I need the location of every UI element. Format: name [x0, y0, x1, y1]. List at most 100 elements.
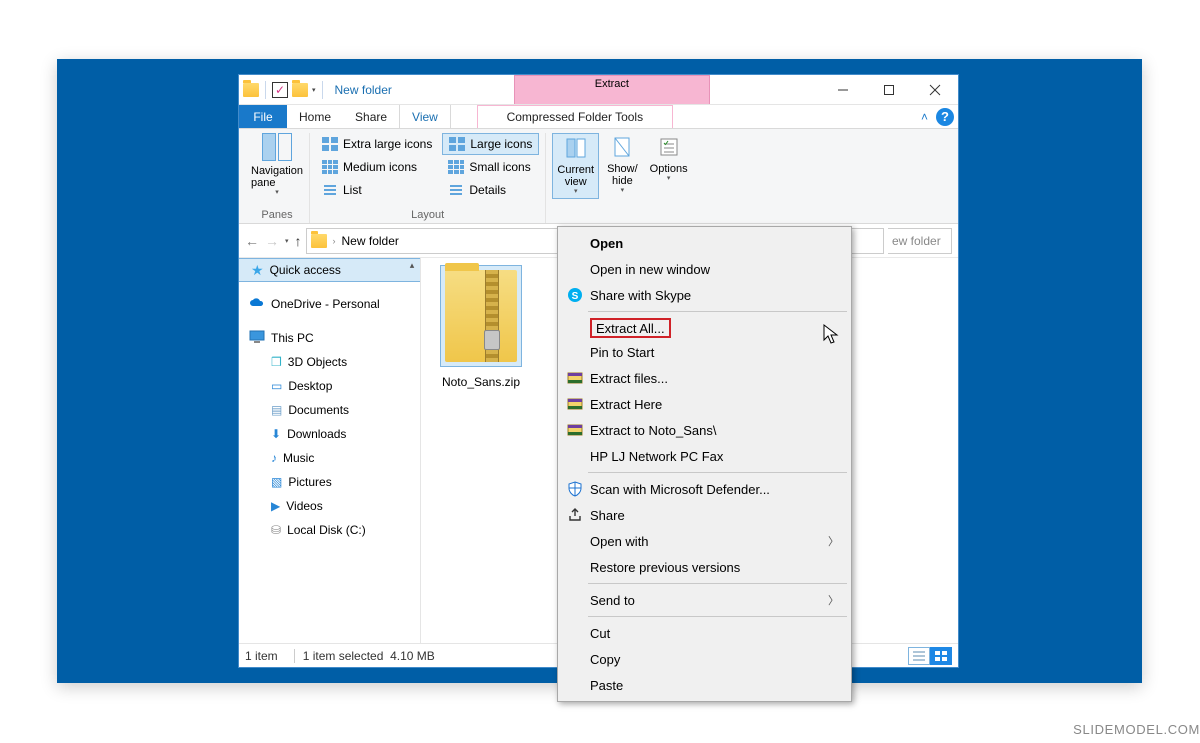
- sidebar-item-videos[interactable]: ▶ Videos: [239, 494, 420, 518]
- layout-details[interactable]: Details: [442, 179, 539, 201]
- options-label: Options: [650, 163, 688, 175]
- help-icon[interactable]: ?: [936, 108, 954, 126]
- download-icon: ⬇: [271, 427, 281, 441]
- separator-icon: [322, 81, 323, 99]
- close-button[interactable]: [912, 75, 958, 105]
- titlebar: ✓ ▾ New folder Extract: [239, 75, 958, 105]
- view-large-icons-button[interactable]: [930, 647, 952, 665]
- breadcrumb[interactable]: New folder: [342, 234, 399, 248]
- maximize-button[interactable]: [866, 75, 912, 105]
- sidebar-item-label: Local Disk (C:): [287, 523, 366, 537]
- sidebar-item-local-disk[interactable]: ⛁ Local Disk (C:): [239, 518, 420, 542]
- ctx-extract-files[interactable]: Extract files...: [560, 365, 849, 391]
- lg-icons-icon: [449, 137, 465, 151]
- watermark: SLIDEMODEL.COM: [1073, 722, 1200, 737]
- ctx-copy[interactable]: Copy: [560, 646, 849, 672]
- tab-share[interactable]: Share: [343, 105, 399, 128]
- status-size: 4.10 MB: [390, 649, 435, 663]
- file-menu[interactable]: File: [239, 105, 287, 128]
- layout-large-icons[interactable]: Large icons: [442, 133, 539, 155]
- folder-icon: [292, 83, 308, 97]
- layout-chooser: Extra large icons Large icons Medium ico…: [316, 133, 539, 201]
- status-items: 1 item: [245, 649, 278, 663]
- show-hide-button[interactable]: Show/ hide ▾: [603, 133, 642, 197]
- search-input[interactable]: ew folder: [888, 228, 952, 254]
- tab-home[interactable]: Home: [287, 105, 343, 128]
- chevron-up-icon: ˄: [921, 110, 928, 124]
- sidebar-item-pictures[interactable]: ▧ Pictures: [239, 470, 420, 494]
- layout-medium-icons[interactable]: Medium icons: [316, 156, 438, 178]
- ctx-restore-versions[interactable]: Restore previous versions: [560, 554, 849, 580]
- tab-compressed-tools[interactable]: Compressed Folder Tools: [477, 105, 673, 128]
- sidebar-item-3d-objects[interactable]: ❒ 3D Objects: [239, 350, 420, 374]
- cursor-icon: [823, 324, 837, 344]
- checkbox-icon[interactable]: ✓: [272, 82, 288, 98]
- dropdown-icon[interactable]: ▾: [312, 86, 316, 94]
- options-button[interactable]: Options ▾: [646, 133, 692, 185]
- sidebar-item-label: 3D Objects: [288, 355, 347, 369]
- scroll-up-icon[interactable]: ▴: [404, 258, 420, 643]
- ribbon-group-layout: Extra large icons Large icons Medium ico…: [309, 133, 545, 223]
- ctx-cut[interactable]: Cut: [560, 620, 849, 646]
- ctx-open-with[interactable]: Open with 〉: [560, 528, 849, 554]
- ctx-defender[interactable]: Scan with Microsoft Defender...: [560, 476, 849, 502]
- sidebar-item-label: Documents: [288, 403, 349, 417]
- sidebar-item-label: Downloads: [287, 427, 346, 441]
- group-label-panes: Panes: [261, 207, 292, 223]
- ribbon-collapse[interactable]: ˄ ?: [921, 105, 958, 128]
- sidebar-item-desktop[interactable]: ▭ Desktop: [239, 374, 420, 398]
- back-button[interactable]: ←: [245, 233, 259, 249]
- drive-icon: ⛁: [271, 523, 281, 537]
- ctx-extract-here[interactable]: Extract Here: [560, 391, 849, 417]
- folder-icon: [243, 83, 259, 97]
- ctx-share[interactable]: Share: [560, 502, 849, 528]
- ctx-pin-to-start[interactable]: Pin to Start: [560, 339, 849, 365]
- view-details-button[interactable]: [908, 647, 930, 665]
- file-tile-zip[interactable]: Noto_Sans.zip: [435, 266, 527, 389]
- document-icon: ▤: [271, 403, 282, 417]
- layout-extra-large-icons[interactable]: Extra large icons: [316, 133, 438, 155]
- sidebar-item-documents[interactable]: ▤ Documents: [239, 398, 420, 422]
- options-icon: [657, 135, 681, 159]
- sidebar-item-downloads[interactable]: ⬇ Downloads: [239, 422, 420, 446]
- sidebar-item-quick-access[interactable]: ★ Quick access: [239, 258, 420, 282]
- context-tab-label: Extract: [595, 78, 629, 90]
- ribbon: Navigation pane ▾ Panes Extra large icon…: [239, 129, 958, 224]
- ctx-extract-all[interactable]: Extract All...: [560, 315, 849, 339]
- view-switch: [908, 647, 952, 665]
- annotation-highlight: Extract All...: [590, 318, 671, 338]
- ctx-send-to[interactable]: Send to 〉: [560, 587, 849, 613]
- winrar-icon: [566, 369, 584, 387]
- ctx-hp-fax[interactable]: HP LJ Network PC Fax: [560, 443, 849, 469]
- history-dropdown[interactable]: ▾: [285, 237, 289, 245]
- layout-small-icons[interactable]: Small icons: [442, 156, 539, 178]
- forward-button[interactable]: →: [265, 233, 279, 249]
- navigation-sidebar: ▴ ★ Quick access OneDrive - Personal: [239, 258, 421, 643]
- current-view-label: Current view: [557, 164, 594, 188]
- video-icon: ▶: [271, 499, 280, 513]
- ctx-open[interactable]: Open: [560, 230, 849, 256]
- skype-icon: S: [566, 286, 584, 304]
- navigation-pane-button[interactable]: Navigation pane ▾: [251, 133, 303, 197]
- tab-view[interactable]: View: [399, 105, 451, 128]
- up-button[interactable]: ↑: [295, 233, 302, 249]
- star-icon: ★: [251, 262, 264, 279]
- context-tab-extract[interactable]: Extract: [514, 75, 710, 104]
- minimize-button[interactable]: [820, 75, 866, 105]
- current-view-button[interactable]: Current view ▾: [552, 133, 599, 199]
- desktop-icon: ▭: [271, 379, 282, 393]
- winrar-icon: [566, 395, 584, 413]
- ctx-open-new-window[interactable]: Open in new window: [560, 256, 849, 282]
- show-hide-icon: [610, 135, 634, 159]
- sidebar-item-label: Pictures: [288, 475, 331, 489]
- sidebar-item-music[interactable]: ♪ Music: [239, 446, 420, 470]
- ctx-paste[interactable]: Paste: [560, 672, 849, 698]
- layout-list[interactable]: List: [316, 179, 438, 201]
- sidebar-item-this-pc[interactable]: This PC: [239, 326, 420, 350]
- sidebar-item-onedrive[interactable]: OneDrive - Personal: [239, 292, 420, 316]
- status-selected: 1 item selected: [303, 649, 384, 663]
- sidebar-item-label: OneDrive - Personal: [271, 297, 380, 311]
- ribbon-group-panes: Navigation pane ▾ Panes: [245, 133, 309, 223]
- ctx-extract-to[interactable]: Extract to Noto_Sans\: [560, 417, 849, 443]
- ctx-share-skype[interactable]: S Share with Skype: [560, 282, 849, 308]
